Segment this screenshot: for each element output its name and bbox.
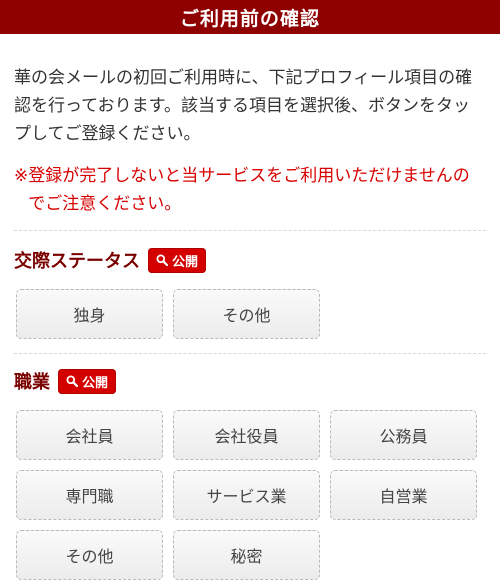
option-company-employee[interactable]: 会社員 bbox=[16, 410, 163, 460]
option-other[interactable]: その他 bbox=[16, 530, 163, 580]
search-icon bbox=[66, 375, 78, 387]
page-title: ご利用前の確認 bbox=[179, 7, 320, 30]
divider bbox=[14, 353, 486, 354]
option-other[interactable]: その他 bbox=[173, 289, 320, 339]
warning-notice: ※ 登録が完了しないと当サービスをご利用いただけませんのでご注意ください。 bbox=[0, 148, 500, 218]
occupation-title: 職業 bbox=[14, 372, 50, 393]
public-badge-label: 公開 bbox=[172, 254, 199, 270]
search-icon bbox=[156, 254, 168, 266]
occupation-heading: 職業 公開 bbox=[0, 368, 500, 394]
relationship-status-options: 独身 その他 bbox=[0, 289, 500, 339]
option-company-executive[interactable]: 会社役員 bbox=[173, 410, 320, 460]
option-service-industry[interactable]: サービス業 bbox=[173, 470, 320, 520]
option-single[interactable]: 独身 bbox=[16, 289, 163, 339]
public-badge: 公開 bbox=[148, 247, 207, 273]
divider bbox=[14, 230, 486, 231]
relationship-status-title: 交際ステータス bbox=[14, 251, 140, 272]
warning-text: 登録が完了しないと当サービスをご利用いただけませんのでご注意ください。 bbox=[28, 166, 470, 214]
option-secret[interactable]: 秘密 bbox=[173, 530, 320, 580]
warning-mark: ※ bbox=[14, 166, 29, 186]
public-badge: 公開 bbox=[58, 368, 117, 394]
option-specialist[interactable]: 専門職 bbox=[16, 470, 163, 520]
option-self-employed[interactable]: 自営業 bbox=[330, 470, 477, 520]
option-civil-servant[interactable]: 公務員 bbox=[330, 410, 477, 460]
relationship-status-heading: 交際ステータス 公開 bbox=[0, 247, 500, 273]
occupation-options: 会社員 会社役員 公務員 専門職 サービス業 自営業 その他 秘密 bbox=[0, 410, 500, 580]
page-header: ご利用前の確認 bbox=[0, 0, 500, 34]
public-badge-label: 公開 bbox=[82, 375, 109, 391]
intro-text: 華の会メールの初回ご利用時に、下記プロフィール項目の確認を行っております。該当す… bbox=[14, 68, 473, 144]
